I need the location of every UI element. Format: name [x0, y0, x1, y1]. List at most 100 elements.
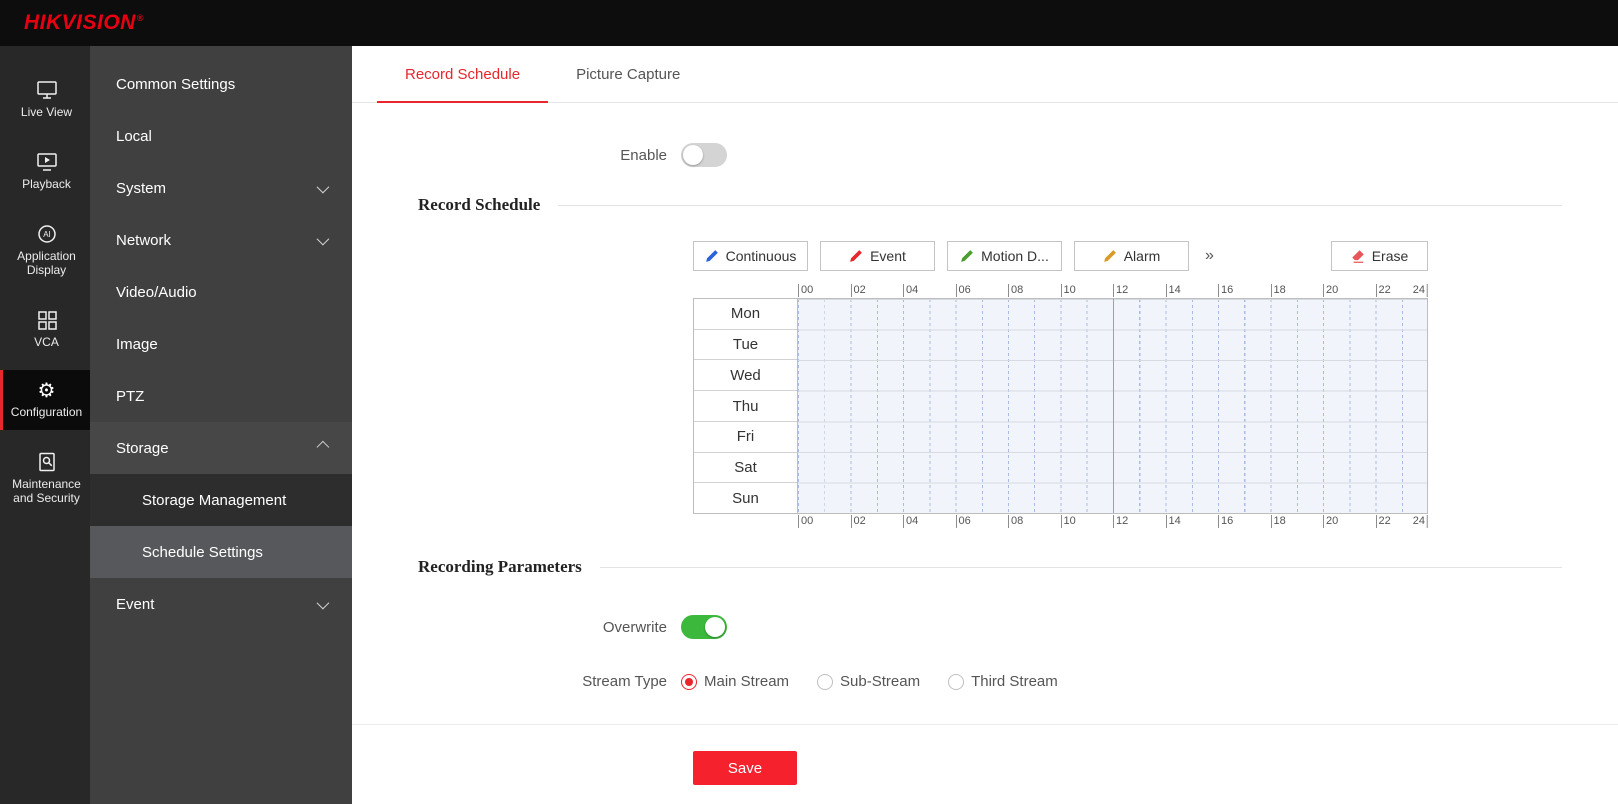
nav-item-application-display[interactable]: AI Application Display — [0, 212, 90, 288]
menu-item-ptz[interactable]: PTZ — [90, 370, 352, 422]
hour-label: 18 — [1270, 515, 1286, 528]
hour-label: 04 — [903, 284, 918, 297]
day-label-thu: Thu — [694, 391, 797, 422]
pen-icon — [705, 250, 718, 262]
tool-event-button[interactable]: Event — [820, 241, 935, 271]
hour-label: 06 — [955, 515, 971, 528]
menu-item-label: Event — [116, 595, 155, 613]
main-content: Record Schedule Picture Capture Enable R… — [352, 46, 1618, 804]
menu-item-label: Video/Audio — [116, 283, 197, 301]
menu-item-network[interactable]: Network — [90, 214, 352, 266]
hour-label: 04 — [903, 515, 918, 528]
chevron-up-icon — [316, 440, 330, 453]
save-button[interactable]: Save — [693, 751, 797, 785]
erase-button[interactable]: Erase — [1331, 241, 1428, 271]
menu-item-label: System — [116, 179, 167, 197]
stream-type-row: Stream Type Main Stream Sub-Stream Third S… — [352, 673, 1618, 690]
schedule-time-grid[interactable] — [798, 298, 1428, 514]
hour-label: 06 — [955, 284, 971, 297]
section-title: Record Schedule — [418, 195, 541, 214]
nav-item-playback[interactable]: Playback — [0, 140, 90, 202]
menu-item-event[interactable]: Event — [90, 578, 352, 630]
vca-grid-icon — [37, 311, 57, 330]
radio-circle-icon — [948, 673, 965, 690]
day-label-mon: Mon — [694, 299, 797, 330]
menu-item-label: Common Settings — [116, 75, 236, 93]
menu-item-schedule-settings[interactable]: Schedule Settings — [90, 526, 352, 578]
menu-item-system[interactable]: System — [90, 162, 352, 214]
stream-options: Main Stream Sub-Stream Third Stream — [681, 673, 1086, 690]
tool-alarm-button[interactable]: Alarm — [1074, 241, 1189, 271]
page: HIKVISION® Live View Playback AI Applica… — [0, 0, 1618, 804]
menu-item-label: Network — [116, 231, 172, 249]
save-divider — [352, 724, 1618, 725]
noon-gridline — [1113, 299, 1114, 513]
radio-third-stream[interactable]: Third Stream — [948, 673, 1058, 690]
maintenance-icon — [38, 452, 55, 472]
radio-sub-stream[interactable]: Sub-Stream — [817, 673, 920, 690]
enable-toggle[interactable] — [681, 143, 727, 167]
menu-item-storage[interactable]: Storage — [90, 422, 352, 474]
day-label-wed: Wed — [694, 360, 797, 392]
tool-label: Alarm — [1123, 248, 1161, 264]
playback-icon — [36, 153, 57, 171]
toggle-knob — [705, 617, 725, 637]
nav-item-label: Application Display — [17, 249, 76, 277]
nav-item-vca[interactable]: VCA — [0, 298, 90, 360]
tab-picture-capture[interactable]: Picture Capture — [548, 46, 708, 102]
menu-item-label: PTZ — [116, 387, 145, 405]
hour-label: 14 — [1165, 284, 1181, 297]
hour-label: 10 — [1060, 284, 1076, 297]
tool-label: Motion D... — [981, 248, 1049, 264]
nav-item-maintenance-and-security[interactable]: Maintenance and Security — [0, 440, 90, 516]
nav-item-configuration[interactable]: ⚙ Configuration — [0, 370, 90, 430]
radio-main-stream[interactable]: Main Stream — [681, 673, 789, 690]
more-tools-button[interactable]: » — [1205, 247, 1214, 265]
menu-item-local[interactable]: Local — [90, 110, 352, 162]
settings-menu: Common Settings Local System Network Video/A… — [90, 46, 352, 804]
radio-label: Third Stream — [971, 673, 1058, 690]
section-divider — [558, 204, 1562, 206]
radio-circle-icon — [681, 673, 697, 690]
tab-label: Record Schedule — [405, 65, 521, 83]
hour-label: 14 — [1165, 515, 1181, 528]
menu-item-label: Local — [116, 127, 152, 145]
hour-label: 20 — [1323, 284, 1338, 297]
nav-item-live-view[interactable]: Live View — [0, 68, 90, 130]
hour-label: 16 — [1218, 515, 1233, 528]
recording-parameters-section-header: Recording Parameters — [418, 557, 1562, 577]
pen-icon — [1103, 250, 1116, 262]
chevron-down-icon — [316, 232, 330, 245]
menu-item-label: Schedule Settings — [142, 543, 263, 561]
hour-label: 02 — [850, 284, 866, 297]
hour-label: 00 — [798, 515, 813, 528]
tool-continuous-button[interactable]: Continuous — [693, 241, 808, 271]
hour-label: 08 — [1008, 515, 1023, 528]
menu-item-storage-management[interactable]: Storage Management — [90, 474, 352, 526]
menu-item-label: Image — [116, 335, 158, 353]
radio-label: Sub-Stream — [840, 673, 921, 690]
hour-label: 22 — [1375, 284, 1391, 297]
stream-type-label: Stream Type — [582, 673, 667, 690]
hour-label: 12 — [1113, 515, 1128, 528]
nav-item-label: Live View — [20, 105, 73, 119]
hour-label: 00 — [798, 284, 813, 297]
menu-item-image[interactable]: Image — [90, 318, 352, 370]
overwrite-row: Overwrite — [352, 615, 1618, 639]
schedule-grid: Mon Tue Wed Thu Fri Sat Sun — [693, 298, 1428, 514]
tool-motion-d-button[interactable]: Motion D... — [947, 241, 1062, 271]
radio-label: Main Stream — [704, 673, 790, 690]
hour-label: 22 — [1375, 515, 1391, 528]
section-divider — [599, 566, 1562, 568]
menu-item-common-settings[interactable]: Common Settings — [90, 58, 352, 110]
record-schedule-section-header: Record Schedule — [418, 195, 1562, 215]
tab-record-schedule[interactable]: Record Schedule — [377, 46, 549, 103]
hour-label: 24 — [1413, 284, 1428, 297]
nav-item-label: VCA — [34, 335, 59, 349]
overwrite-toggle[interactable] — [681, 615, 727, 639]
app-body: Live View Playback AI Application Displa… — [0, 46, 1618, 804]
hour-label: 10 — [1060, 515, 1076, 528]
menu-item-label: Storage — [116, 439, 169, 457]
menu-item-video-audio[interactable]: Video/Audio — [90, 266, 352, 318]
day-label-sat: Sat — [694, 453, 797, 484]
